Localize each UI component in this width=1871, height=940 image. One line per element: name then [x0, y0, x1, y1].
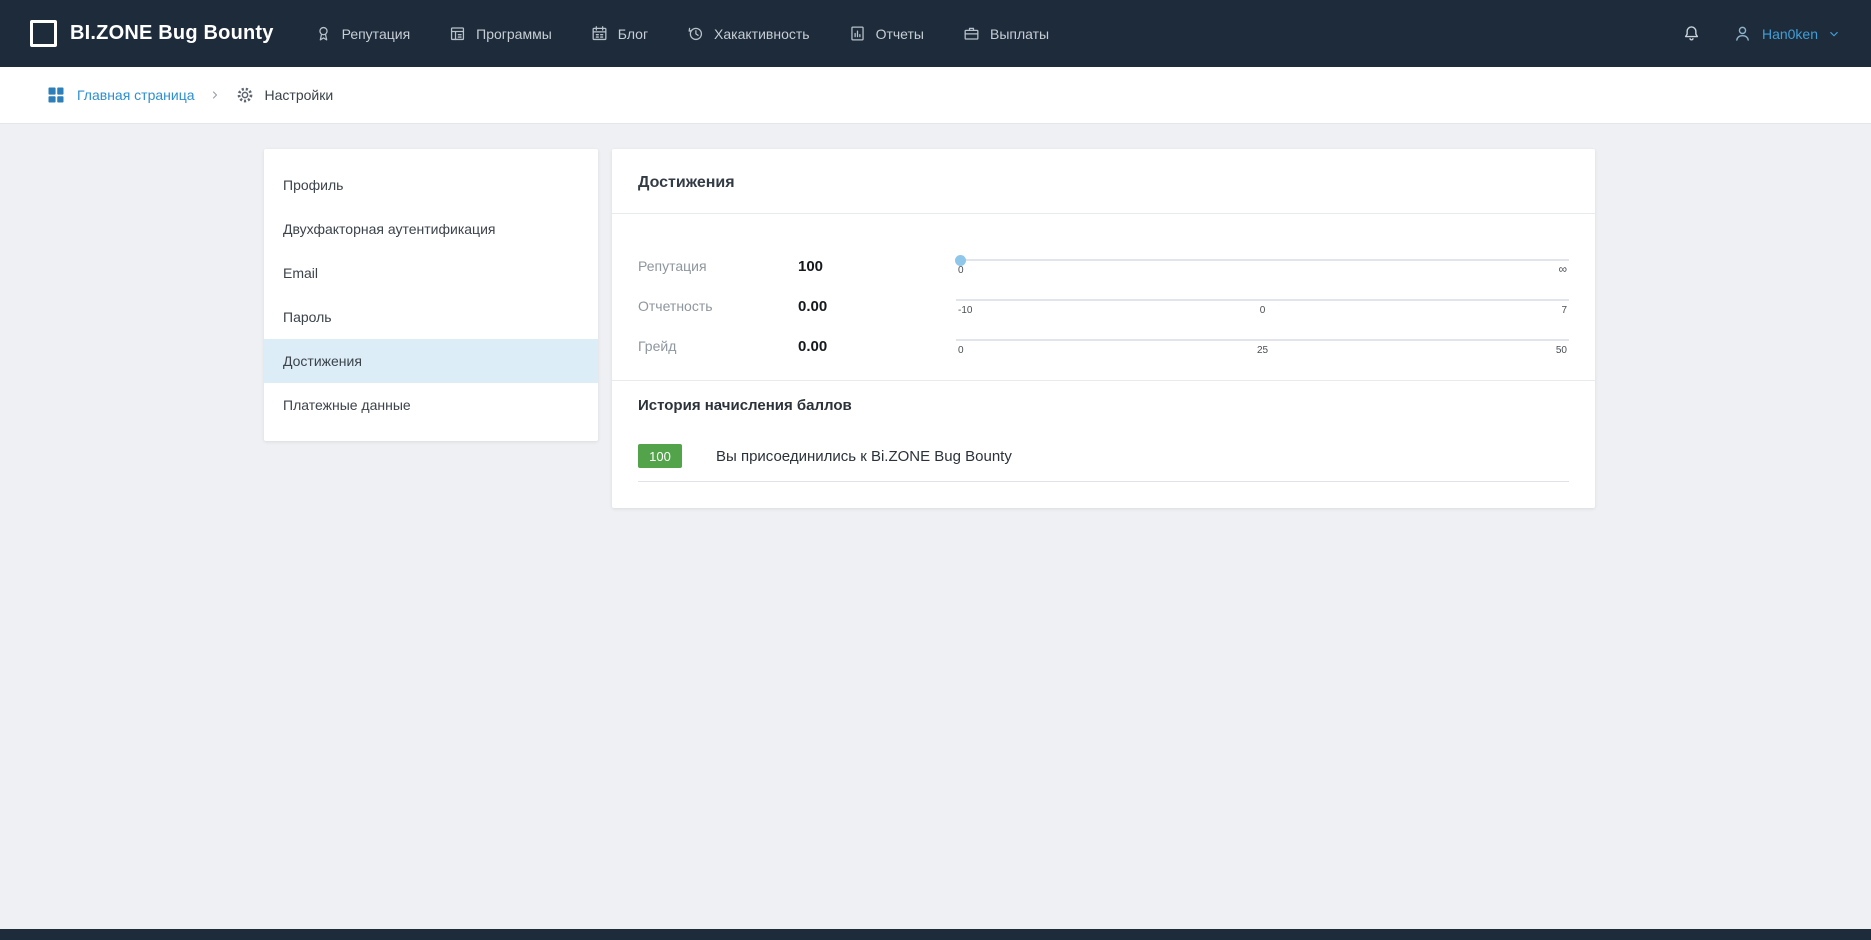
breadcrumb-home-label: Главная страница	[77, 87, 195, 103]
notifications-bell-icon[interactable]	[1681, 23, 1702, 44]
navbar-right: Han0ken	[1681, 23, 1841, 44]
footer-bar	[0, 929, 1871, 940]
chevron-right-icon	[209, 89, 221, 101]
scale-min-label: 0	[958, 265, 964, 276]
scale-track	[956, 299, 1569, 301]
metric-label: Грейд	[638, 338, 798, 354]
scale-mid-label: 25	[1257, 345, 1268, 356]
metric-value: 0.00	[798, 338, 956, 355]
breadcrumb-home-link[interactable]: Главная страница	[46, 85, 195, 105]
hackactivity-icon	[686, 24, 705, 43]
metric-value: 100	[798, 258, 956, 275]
scale-max-label: 50	[1556, 345, 1567, 356]
programs-icon	[448, 24, 467, 43]
nav-item-label: Блог	[618, 26, 648, 42]
settings-item-2fa[interactable]: Двухфакторная аутентификация	[264, 207, 598, 251]
metric-label: Отчетность	[638, 298, 798, 314]
breadcrumb: Главная страница Настройки	[0, 67, 1871, 124]
grade-scale: 0 25 50	[956, 334, 1569, 358]
nav-item-programs[interactable]: Программы	[448, 24, 552, 43]
points-badge: 100	[638, 444, 682, 468]
scale-max-label: ∞	[1558, 262, 1567, 276]
scale-mid-label: 0	[1260, 305, 1266, 316]
settings-item-label: Пароль	[283, 309, 332, 325]
settings-item-payment-data[interactable]: Платежные данные	[264, 383, 598, 427]
reports-icon	[848, 24, 867, 43]
blog-icon	[590, 24, 609, 43]
breadcrumb-current-label: Настройки	[265, 87, 334, 103]
reputation-icon	[314, 24, 333, 43]
chevron-down-icon	[1827, 27, 1841, 41]
scale-min-label: 0	[958, 345, 964, 356]
reporting-scale: -10 0 7	[956, 294, 1569, 318]
metric-row-grade: Грейд 0.00 0 25 50	[638, 326, 1569, 366]
history-title: История начисления баллов	[638, 397, 1569, 414]
gear-icon	[235, 85, 255, 105]
settings-item-label: Платежные данные	[283, 397, 411, 413]
brand[interactable]: BI.ZONE Bug Bounty	[30, 20, 274, 47]
settings-item-label: Достижения	[283, 353, 362, 369]
settings-item-label: Профиль	[283, 177, 343, 193]
metric-label: Репутация	[638, 258, 798, 274]
nav-item-payouts[interactable]: Выплаты	[962, 24, 1049, 43]
settings-item-email[interactable]: Email	[264, 251, 598, 295]
history-entry: 100 Вы присоединились к Bi.ZONE Bug Boun…	[638, 444, 1569, 482]
settings-item-label: Email	[283, 265, 318, 281]
settings-item-achievements[interactable]: Достижения	[264, 339, 598, 383]
reputation-scale: 0 ∞	[956, 254, 1569, 278]
scale-max-label: 7	[1561, 305, 1567, 316]
nav-item-label: Программы	[476, 26, 552, 42]
nav-item-label: Хакактивность	[714, 26, 810, 42]
nav-item-reputation[interactable]: Репутация	[314, 24, 411, 43]
breadcrumb-current: Настройки	[235, 85, 334, 105]
settings-item-password[interactable]: Пароль	[264, 295, 598, 339]
points-history-section: История начисления баллов 100 Вы присоед…	[612, 380, 1595, 508]
history-entry-text: Вы присоединились к Bi.ZONE Bug Bounty	[716, 448, 1012, 465]
nav-item-label: Выплаты	[990, 26, 1049, 42]
scale-min-label: -10	[958, 305, 972, 316]
metric-row-reputation: Репутация 100 0 ∞	[638, 246, 1569, 286]
panel-title: Достижения	[612, 149, 1595, 214]
bizone-logo-icon	[30, 20, 57, 47]
settings-item-profile[interactable]: Профиль	[264, 163, 598, 207]
payouts-icon	[962, 24, 981, 43]
nav-item-hackactivity[interactable]: Хакактивность	[686, 24, 810, 43]
main-nav: Репутация Программы Блог Хакактивность О…	[314, 24, 1050, 43]
metric-value: 0.00	[798, 298, 956, 315]
nav-item-label: Репутация	[342, 26, 411, 42]
scale-track	[956, 339, 1569, 341]
metric-row-reporting: Отчетность 0.00 -10 0 7	[638, 286, 1569, 326]
main-content: Профиль Двухфакторная аутентификация Ema…	[264, 149, 1871, 508]
settings-item-label: Двухфакторная аутентификация	[283, 221, 495, 237]
scale-track	[956, 259, 1569, 261]
nav-item-blog[interactable]: Блог	[590, 24, 648, 43]
user-menu[interactable]: Han0ken	[1732, 23, 1841, 44]
settings-menu: Профиль Двухфакторная аутентификация Ema…	[264, 149, 598, 441]
nav-item-reports[interactable]: Отчеты	[848, 24, 924, 43]
top-navbar: BI.ZONE Bug Bounty Репутация Программы Б…	[0, 0, 1871, 67]
home-grid-icon	[46, 85, 66, 105]
nav-item-label: Отчеты	[876, 26, 924, 42]
brand-title: BI.ZONE Bug Bounty	[70, 22, 274, 45]
metrics-list: Репутация 100 0 ∞ Отчетность 0.00 -10 0	[612, 214, 1595, 380]
username: Han0ken	[1762, 26, 1818, 42]
user-icon	[1732, 23, 1753, 44]
achievements-panel: Достижения Репутация 100 0 ∞ Отчетность …	[612, 149, 1595, 508]
